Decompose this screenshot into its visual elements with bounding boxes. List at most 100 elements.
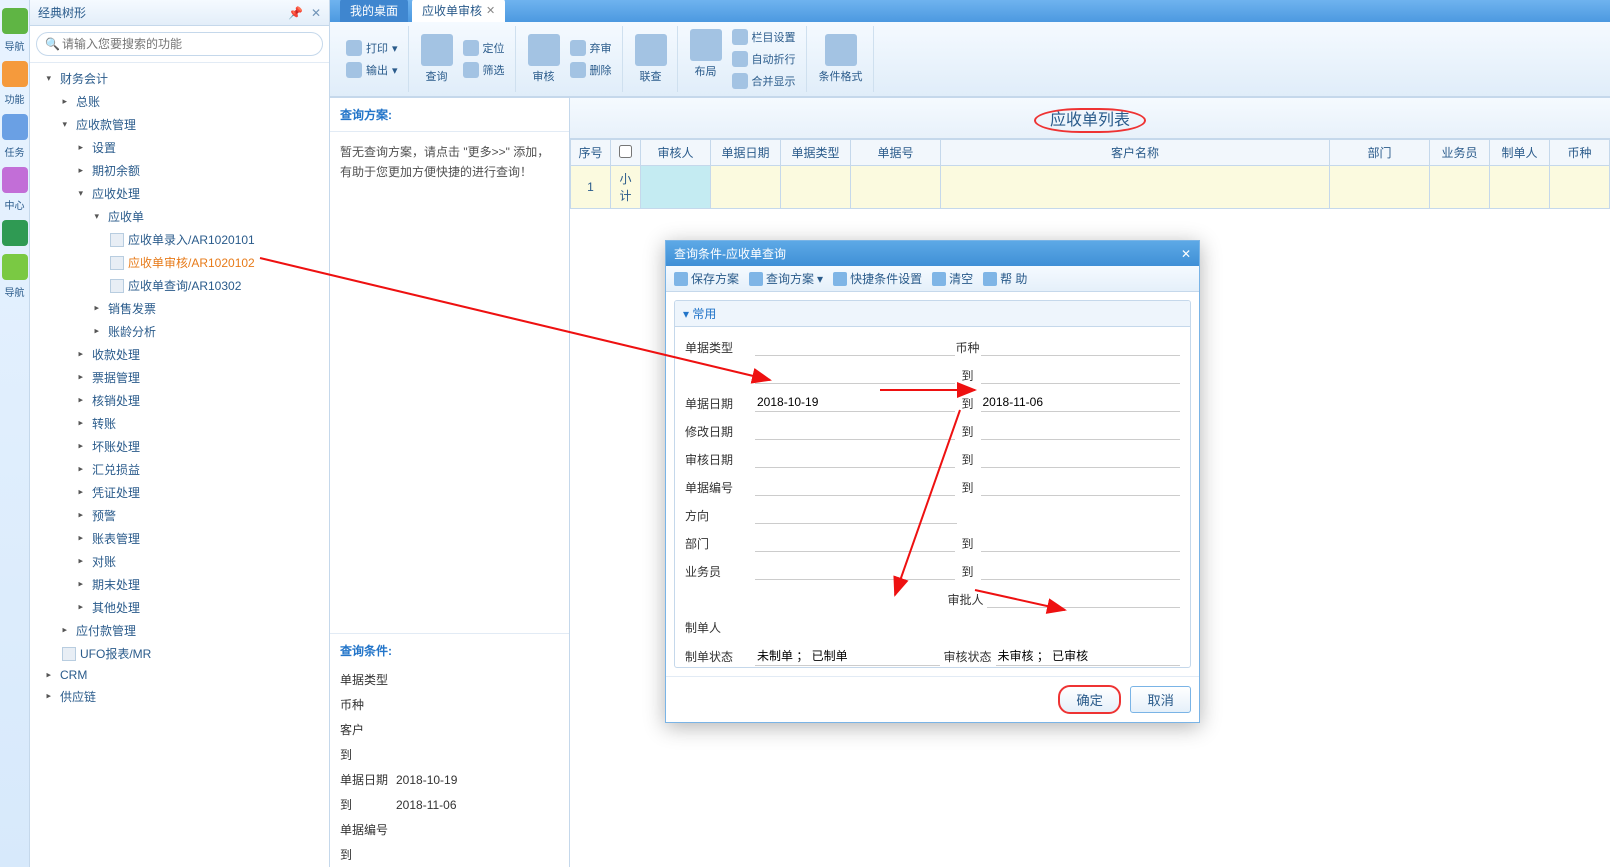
tree-node-arproc[interactable]: ▾应收处理 xyxy=(30,182,329,205)
query-button[interactable]: 查询 xyxy=(419,32,455,86)
input-dir[interactable] xyxy=(755,506,957,524)
iconbar-item[interactable] xyxy=(2,114,28,140)
tree-node-other[interactable]: ▸其他处理 xyxy=(30,596,329,619)
input-mdate-to[interactable] xyxy=(981,422,1181,440)
leaf-ar-entry[interactable]: 应收单录入/AR1020101 xyxy=(30,228,329,251)
merge-button[interactable]: 合并显示 xyxy=(730,71,798,91)
tree-node-gl[interactable]: ▸总账 xyxy=(30,90,329,113)
tree-node-scm[interactable]: ▸供应链 xyxy=(30,685,329,708)
input-type[interactable] xyxy=(755,338,955,356)
col-curr[interactable]: 币种 xyxy=(1550,140,1610,166)
tree-node-arbill[interactable]: ▾应收单 xyxy=(30,205,329,228)
tree-node-invoice[interactable]: ▸销售发票 xyxy=(30,297,329,320)
col-check[interactable] xyxy=(611,140,641,166)
leaf-ar-query[interactable]: 应收单查询/AR10302 xyxy=(30,274,329,297)
clear-button[interactable]: 清空 xyxy=(932,270,973,287)
search-input[interactable] xyxy=(60,35,314,53)
tab-current[interactable]: 应收单审核✕ xyxy=(412,0,505,22)
layout-button[interactable]: 布局 xyxy=(688,27,724,91)
leaf-ar-audit[interactable]: 应收单审核/AR1020102 xyxy=(30,251,329,274)
print-button[interactable]: 打印 ▾ xyxy=(344,38,400,58)
col-customer[interactable]: 客户名称 xyxy=(941,140,1330,166)
col-maker[interactable]: 制单人 xyxy=(1490,140,1550,166)
input-adate-to[interactable] xyxy=(981,450,1181,468)
iconbar-item[interactable] xyxy=(2,61,28,87)
input-mstat[interactable]: 未制单 ； 已制单 xyxy=(755,646,940,666)
col-biz[interactable]: 业务员 xyxy=(1430,140,1490,166)
tree-node-ar[interactable]: ▾应收款管理 xyxy=(30,113,329,136)
iconbar-item[interactable] xyxy=(2,167,28,193)
tree-node-receipt[interactable]: ▸收款处理 xyxy=(30,343,329,366)
tree-node-setting[interactable]: ▸设置 xyxy=(30,136,329,159)
ok-button[interactable]: 确定 xyxy=(1058,685,1121,714)
table-row[interactable]: 1 小计 xyxy=(571,166,1610,209)
tree-node-finance[interactable]: ▾财务会计 xyxy=(30,67,329,90)
audit-button[interactable]: 审核 xyxy=(526,32,562,86)
tree-node-crm[interactable]: ▸CRM xyxy=(30,665,329,685)
abandon-button[interactable]: 弃审 xyxy=(568,38,614,58)
tree-node-voucher[interactable]: ▸凭证处理 xyxy=(30,481,329,504)
leaf-ufo[interactable]: UFO报表/MR xyxy=(30,642,329,665)
search-box[interactable]: 🔍 xyxy=(36,32,323,56)
col-date[interactable]: 单据日期 xyxy=(711,140,781,166)
tree-node-note[interactable]: ▸票据管理 xyxy=(30,366,329,389)
delete-button[interactable]: 删除 xyxy=(568,60,614,80)
tree-node-transfer[interactable]: ▸转账 xyxy=(30,412,329,435)
locate-button[interactable]: 定位 xyxy=(461,38,507,58)
quick-cond-button[interactable]: 快捷条件设置 xyxy=(833,270,922,287)
tree-node-aging[interactable]: ▸账龄分析 xyxy=(30,320,329,343)
autowrap-button[interactable]: 自动折行 xyxy=(730,49,798,69)
close-icon[interactable]: ✕ xyxy=(311,6,321,20)
tree-node-recon[interactable]: ▸对账 xyxy=(30,550,329,573)
input-no-to[interactable] xyxy=(981,478,1181,496)
output-button[interactable]: 输出 ▾ xyxy=(344,60,400,80)
input-no-from[interactable] xyxy=(755,478,955,496)
input-adate-from[interactable] xyxy=(755,450,955,468)
tree-node-periodend[interactable]: ▸期末处理 xyxy=(30,573,329,596)
input-biz-from[interactable] xyxy=(755,562,955,580)
col-auditor[interactable]: 审核人 xyxy=(641,140,711,166)
col-billno[interactable]: 单据号 xyxy=(851,140,941,166)
col-dept[interactable]: 部门 xyxy=(1330,140,1430,166)
input-mdate-from[interactable] xyxy=(755,422,955,440)
input-biz-to[interactable] xyxy=(981,562,1181,580)
iconbar-item[interactable] xyxy=(2,220,28,246)
close-icon[interactable]: ✕ xyxy=(486,4,495,17)
input-date-from[interactable]: 2018-10-19 xyxy=(755,394,955,412)
save-plan-button[interactable]: 保存方案 xyxy=(674,270,739,287)
dialog-header[interactable]: 查询条件-应收单查询 ✕ xyxy=(666,241,1199,266)
colset-button[interactable]: 栏目设置 xyxy=(730,27,798,47)
input-cust[interactable] xyxy=(755,366,955,384)
col-type[interactable]: 单据类型 xyxy=(781,140,851,166)
filter-button[interactable]: 筛选 xyxy=(461,60,507,80)
tree-node-ap[interactable]: ▸应付款管理 xyxy=(30,619,329,642)
tree-node-report[interactable]: ▸账表管理 xyxy=(30,527,329,550)
relate-button[interactable]: 联查 xyxy=(633,32,669,86)
list-title: 应收单列表 xyxy=(570,98,1610,139)
input-cust-to[interactable] xyxy=(981,366,1181,384)
input-date-to[interactable]: 2018-11-06 xyxy=(981,394,1181,412)
cancel-button[interactable]: 取消 xyxy=(1130,686,1191,713)
pin-icon[interactable]: 📌 xyxy=(288,6,303,20)
help-button[interactable]: 帮 助 xyxy=(983,270,1027,287)
col-no[interactable]: 序号 xyxy=(571,140,611,166)
input-approver[interactable] xyxy=(987,590,1181,608)
check-all[interactable] xyxy=(619,145,632,158)
close-icon[interactable]: ✕ xyxy=(1181,247,1191,261)
condfmt-button[interactable]: 条件格式 xyxy=(817,32,865,86)
iconbar-item[interactable] xyxy=(2,254,28,280)
input-dept-from[interactable] xyxy=(755,534,955,552)
app-logo-icon[interactable] xyxy=(2,8,28,34)
input-astat[interactable]: 未审核 ； 已审核 xyxy=(996,646,1181,666)
group-header[interactable]: ▾ 常用 xyxy=(675,301,1190,327)
input-dept-to[interactable] xyxy=(981,534,1181,552)
check-icon xyxy=(528,34,560,66)
tree-node-baddebt[interactable]: ▸坏账处理 xyxy=(30,435,329,458)
tree-node-verify[interactable]: ▸核销处理 xyxy=(30,389,329,412)
tree-node-exchange[interactable]: ▸汇兑损益 xyxy=(30,458,329,481)
input-curr[interactable] xyxy=(981,338,1181,356)
tab-home[interactable]: 我的桌面 xyxy=(340,0,408,22)
tree-node-alert[interactable]: ▸预警 xyxy=(30,504,329,527)
tree-node-opening[interactable]: ▸期初余额 xyxy=(30,159,329,182)
query-plan-button[interactable]: 查询方案 ▾ xyxy=(749,270,823,287)
